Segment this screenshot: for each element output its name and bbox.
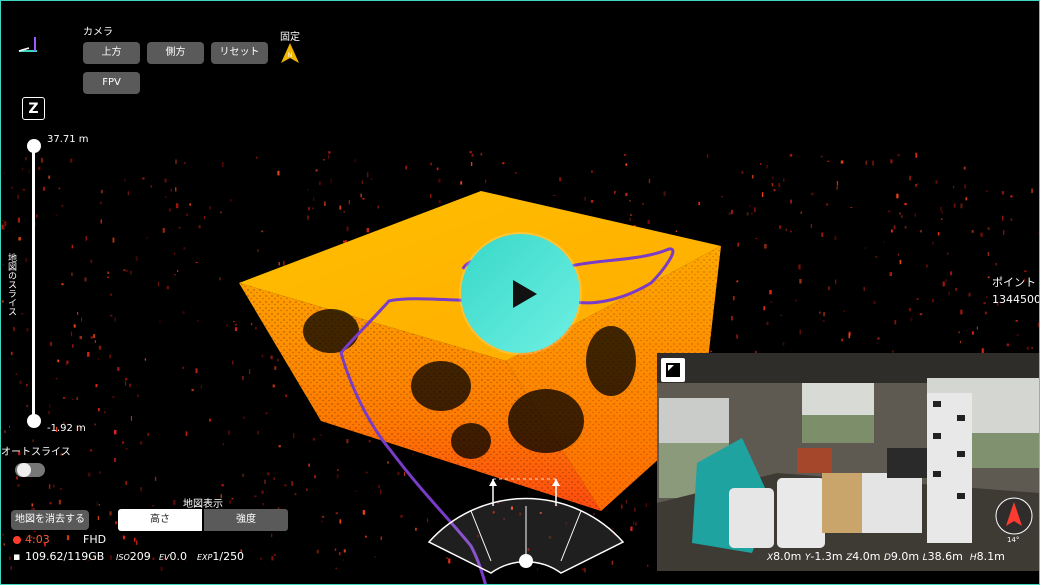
stat-y-value: -1.3m xyxy=(810,550,843,563)
ev-label: EV xyxy=(159,553,170,562)
z-max-value: 37.71 m xyxy=(47,134,89,145)
storage-value: 109.62/119GB xyxy=(25,550,105,563)
compass-angle: 14° xyxy=(1007,536,1020,544)
map-display-title: 地図表示 xyxy=(183,499,223,510)
top-view-button[interactable]: 上方 xyxy=(83,42,140,64)
auto-slice-toggle-knob[interactable] xyxy=(17,463,31,477)
stat-z-value: 4.0m xyxy=(852,550,881,563)
point-count-value: 1344500 xyxy=(992,293,1040,306)
fixed-label: 固定 xyxy=(280,32,300,43)
video-quality: FHD xyxy=(83,533,107,546)
ev-value: 0.0 xyxy=(169,550,188,563)
storage-icon: ▪ xyxy=(13,550,21,563)
iso-label: ISO xyxy=(116,553,130,562)
stat-h-value: 8.1m xyxy=(976,550,1005,563)
stat-d-label: D xyxy=(883,553,891,563)
point-count-label: ポイント xyxy=(992,276,1036,289)
mapping-screen: カメラ 上方 側方 リセット FPV 固定 N Z 37.71 m -1.92 … xyxy=(0,0,1040,585)
camera-feed[interactable] xyxy=(657,353,1039,571)
fpv-button[interactable]: FPV xyxy=(83,72,140,94)
record-dot-icon xyxy=(13,536,21,544)
map-slice-label: 地図のスライス xyxy=(6,253,16,316)
stat-d-value: 9.0m xyxy=(890,550,920,563)
iso-value: 209 xyxy=(129,550,151,563)
z-min-value: -1.92 m xyxy=(47,423,86,434)
expand-icon[interactable] xyxy=(661,358,685,382)
exp-value: 1/250 xyxy=(212,550,245,563)
z-axis-label: Z xyxy=(22,97,45,120)
reset-view-button[interactable]: リセット xyxy=(211,42,268,64)
stat-l-value: 38.6m xyxy=(927,550,963,563)
exp-label: EXP xyxy=(197,553,213,562)
compass-arrow-icon xyxy=(995,497,1033,535)
stat-x-value: 8.0m xyxy=(773,550,802,563)
clear-map-button[interactable]: 地図を消去する xyxy=(11,510,89,530)
camera-title: カメラ xyxy=(83,27,113,38)
camera-stats: X8.0m Y-1.3m Z4.0m D9.0m L38.6m H8.1m xyxy=(767,550,1005,563)
record-time: 4:03 xyxy=(25,533,50,546)
camera-feed-image xyxy=(657,353,1039,571)
side-view-button[interactable]: 側方 xyxy=(147,42,204,64)
intensity-option[interactable]: 強度 xyxy=(204,509,288,531)
z-slider-min-handle[interactable] xyxy=(27,414,41,428)
axis-icon[interactable] xyxy=(15,35,39,55)
svg-text:N: N xyxy=(288,52,293,59)
z-slider-max-handle[interactable] xyxy=(27,139,41,153)
play-icon[interactable] xyxy=(513,280,537,308)
height-option[interactable]: 高さ xyxy=(118,509,202,531)
stat-h-label: H xyxy=(969,553,977,563)
z-slider-track[interactable] xyxy=(32,146,35,421)
compass-icon[interactable]: N xyxy=(280,42,300,64)
auto-slice-label: オートスライス xyxy=(1,447,71,458)
